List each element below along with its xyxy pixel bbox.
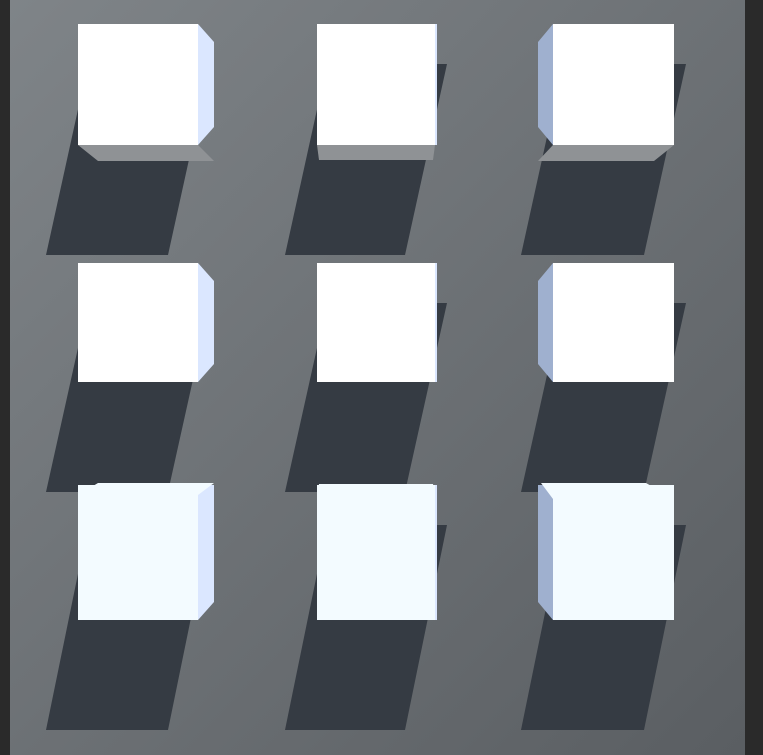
cube-bottom-face (78, 145, 214, 161)
cube-top-center (317, 24, 437, 160)
scene-3d-view (10, 0, 763, 755)
right-border (745, 0, 763, 755)
cube-bottom-face (538, 145, 674, 161)
cube-bottom-center (317, 484, 437, 620)
cube-side-face (435, 485, 437, 620)
cube-middle-left (78, 263, 214, 382)
cube-front-face (78, 485, 198, 620)
cube-front-face (553, 263, 674, 382)
cube-front-face (317, 24, 435, 145)
cube-front-face (317, 485, 435, 620)
cube-side-face (435, 263, 437, 382)
cube-grid (78, 24, 674, 620)
cube-side-face (538, 485, 553, 620)
cube-middle-right (538, 263, 674, 382)
cube-top-right (538, 24, 674, 161)
cube-front-face (553, 485, 674, 620)
cube-front-face (553, 24, 674, 145)
cube-top-left (78, 24, 214, 161)
cube-bottom-left (78, 483, 214, 620)
cube-middle-center (317, 263, 437, 382)
cube-front-face (317, 263, 435, 382)
cube-front-face (78, 24, 198, 145)
viewport-frame (0, 0, 763, 755)
cube-bottom-right (538, 483, 674, 620)
cube-side-face (538, 24, 553, 145)
cube-side-face (198, 485, 214, 620)
cube-bottom-face (317, 145, 435, 160)
cube-side-face (435, 24, 437, 145)
cube-side-face (198, 24, 214, 145)
shadow-layer (46, 64, 686, 730)
cube-front-face (78, 263, 198, 382)
cube-side-face (198, 263, 214, 382)
cube-side-face (538, 263, 553, 382)
